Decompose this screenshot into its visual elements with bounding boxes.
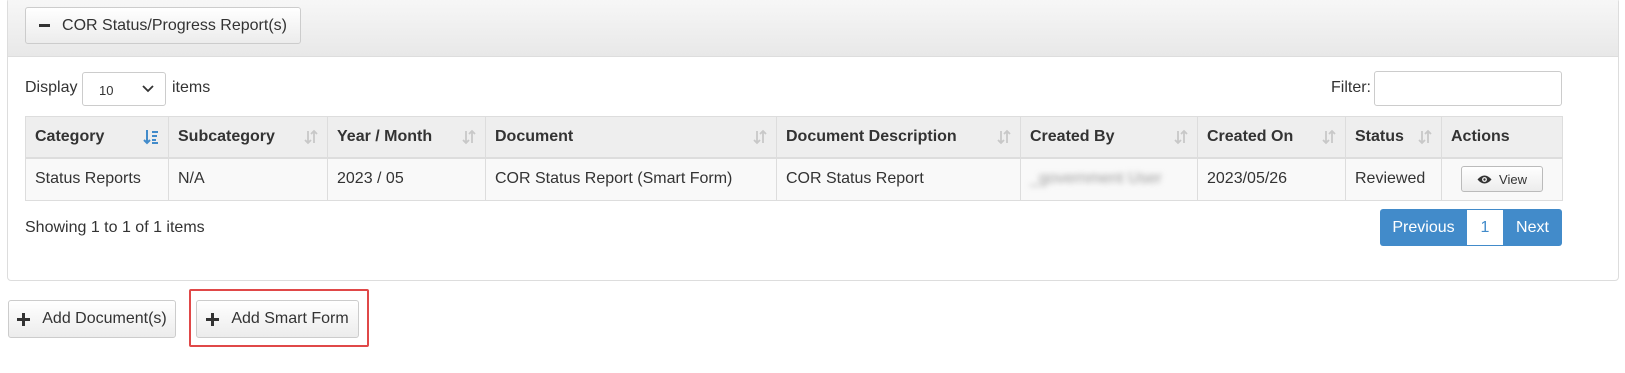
column-header-label: Subcategory (178, 127, 275, 145)
column-header-year-month[interactable]: Year / Month (327, 116, 486, 159)
view-button[interactable]: View (1461, 166, 1543, 193)
cell-status: Reviewed (1345, 157, 1442, 201)
showing-info: Showing 1 to 1 of 1 items (25, 219, 205, 236)
panel-heading: COR Status/Progress Report(s) (8, 0, 1618, 57)
sort-icon (1322, 129, 1336, 145)
column-header-label: Document Description (786, 127, 957, 145)
add-smart-form-label: Add Smart Form (231, 310, 349, 327)
add-document-label: Add Document(s) (42, 310, 167, 327)
cell-created-by: _government User (1020, 157, 1198, 201)
add-smart-form-button[interactable]: Add Smart Form (196, 300, 359, 338)
column-header-created-by[interactable]: Created By (1020, 116, 1198, 159)
page-length-value: 10 (99, 83, 114, 98)
cell-actions: View (1441, 157, 1563, 201)
collapse-panel-label: COR Status/Progress Report(s) (62, 16, 287, 34)
cell-description: COR Status Report (776, 157, 1021, 201)
previous-page-button[interactable]: Previous (1380, 209, 1467, 246)
column-header-created-on[interactable]: Created On (1197, 116, 1346, 159)
filter-label: Filter: (1331, 79, 1371, 96)
view-button-label: View (1499, 171, 1527, 187)
add-document-button[interactable]: Add Document(s) (8, 300, 176, 338)
plus-icon (17, 312, 31, 326)
cell-year-month: 2023 / 05 (327, 157, 486, 201)
collapse-panel-button[interactable]: COR Status/Progress Report(s) (25, 7, 301, 44)
pagination: Previous 1 Next (1380, 209, 1562, 246)
eye-icon (1477, 175, 1492, 184)
page-1-button[interactable]: 1 (1467, 209, 1503, 246)
sort-icon (462, 129, 476, 145)
column-header-document-description[interactable]: Document Description (776, 116, 1021, 159)
documents-table: Category Subcategory Year / Month Docume… (25, 116, 1563, 201)
column-header-label: Year / Month (337, 127, 433, 145)
page-length-select[interactable]: 10 (82, 72, 166, 106)
column-header-label: Created On (1207, 127, 1294, 145)
column-header-label: Category (35, 127, 105, 145)
column-header-label: Status (1355, 127, 1404, 145)
column-header-status[interactable]: Status (1345, 116, 1442, 159)
cor-status-report-panel: COR Status/Progress Report(s) Display 10… (7, 0, 1619, 281)
display-label: Display (25, 79, 78, 96)
next-page-button[interactable]: Next (1503, 209, 1562, 246)
plus-icon (206, 312, 220, 326)
filter-input[interactable] (1374, 71, 1562, 106)
sort-icon (753, 129, 767, 145)
chevron-down-icon (142, 85, 154, 93)
sort-icon (1174, 129, 1188, 145)
sort-icon (1418, 129, 1432, 145)
sort-ascending-icon (143, 130, 158, 145)
column-header-label: Document (495, 127, 574, 145)
column-header-actions: Actions (1441, 116, 1563, 159)
column-header-label: Created By (1030, 127, 1115, 145)
cell-subcategory: N/A (168, 157, 328, 201)
sort-icon (304, 129, 318, 145)
minus-icon (39, 24, 51, 27)
column-header-label: Actions (1451, 127, 1510, 145)
sort-icon (997, 129, 1011, 145)
column-header-subcategory[interactable]: Subcategory (168, 116, 328, 159)
column-header-category[interactable]: Category (25, 116, 169, 159)
cell-document: COR Status Report (Smart Form) (485, 157, 777, 201)
table-header-row: Category Subcategory Year / Month Docume… (25, 116, 1563, 159)
cell-created-on: 2023/05/26 (1197, 157, 1346, 201)
column-header-document[interactable]: Document (485, 116, 777, 159)
created-by-value: _government User (1030, 170, 1162, 188)
cell-category: Status Reports (25, 157, 169, 201)
table-row: Status Reports N/A 2023 / 05 COR Status … (25, 157, 1563, 201)
items-label: items (172, 79, 211, 96)
